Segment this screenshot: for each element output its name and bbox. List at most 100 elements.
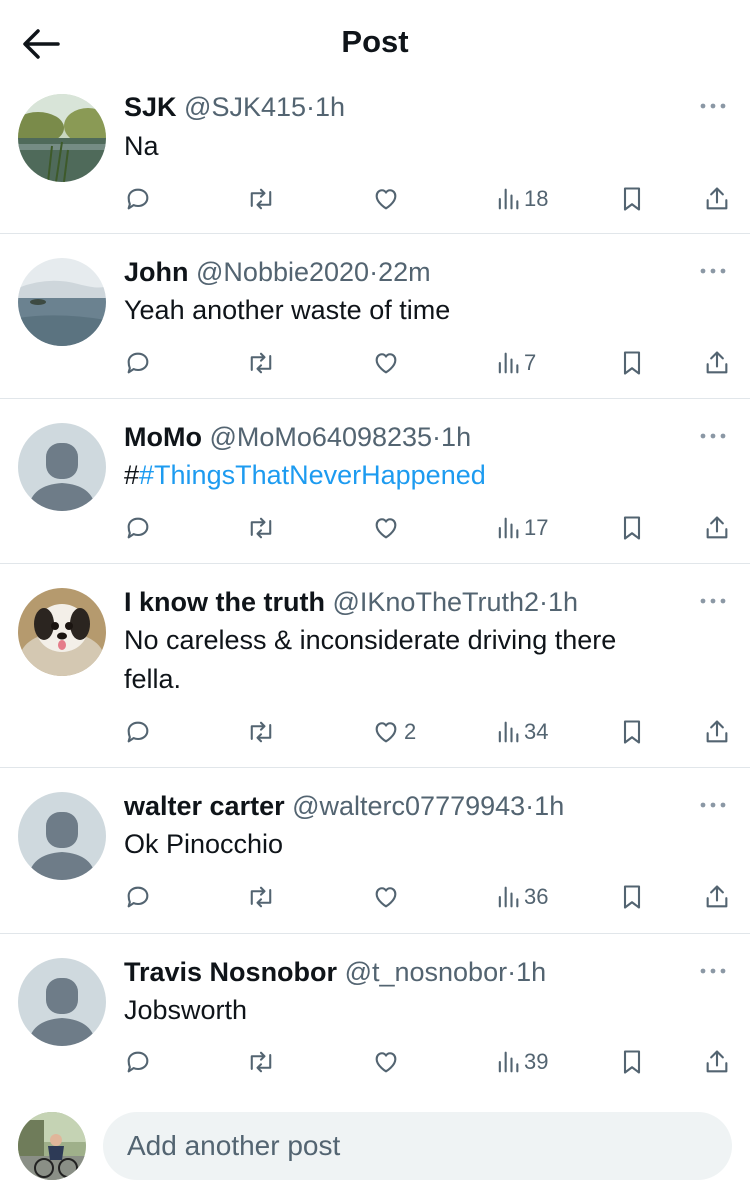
reply-meta: Travis Nosnobor @t_nosnobor·1h [124,955,670,989]
reply-button[interactable] [124,1045,152,1079]
repost-button[interactable] [246,880,276,914]
repost-icon [250,188,272,210]
hashtag-link[interactable]: #ThingsThatNeverHappened [139,460,486,490]
more-options-button[interactable] [698,96,728,116]
bookmark-button[interactable] [620,1045,644,1079]
share-icon [706,720,728,743]
reply-input[interactable]: Add another post [103,1112,732,1180]
timestamp[interactable]: 1h [548,587,578,617]
avatar[interactable] [18,258,106,346]
repost-icon [250,721,272,743]
share-icon [706,187,728,210]
more-horizontal-icon [700,433,726,439]
author-name[interactable]: Travis Nosnobor [124,957,337,987]
bookmark-button[interactable] [620,182,644,216]
author-handle[interactable]: @walterc07779943 [292,791,525,821]
reply-item[interactable]: SJK @SJK415·1h Na 18 [0,70,750,234]
author-name[interactable]: walter carter [124,791,285,821]
view-count: 36 [524,884,549,909]
more-horizontal-icon [700,968,726,974]
like-button[interactable]: 2 [372,715,416,749]
timestamp[interactable]: 1h [534,791,564,821]
reply-item[interactable]: walter carter @walterc07779943·1h Ok Pin… [0,768,750,934]
more-horizontal-icon [700,268,726,274]
reply-item[interactable]: I know the truth @IKnoTheTruth2·1h No ca… [0,564,750,768]
avatar[interactable] [18,588,106,676]
views-button[interactable]: 39 [496,1045,548,1079]
share-button[interactable] [704,715,730,749]
reply-item[interactable]: Travis Nosnobor @t_nosnobor·1h Jobsworth… [0,934,750,1098]
author-handle[interactable]: @IKnoTheTruth2 [333,587,540,617]
repost-button[interactable] [246,511,276,545]
action-bar: 7 [124,346,734,380]
like-button[interactable] [372,182,404,216]
more-options-button[interactable] [698,961,728,981]
timestamp[interactable]: 22m [378,257,431,287]
like-count: 2 [404,719,417,744]
views-button[interactable]: 18 [496,182,548,216]
bookmark-button[interactable] [620,715,644,749]
timestamp[interactable]: 1h [516,957,546,987]
reply-button[interactable] [124,715,152,749]
repost-button[interactable] [246,182,276,216]
avatar[interactable] [18,423,106,511]
share-button[interactable] [704,182,730,216]
timestamp[interactable]: 1h [315,92,345,122]
avatar[interactable] [18,792,106,880]
reply-meta: MoMo @MoMo64098235·1h [124,420,670,454]
reply-button[interactable] [124,182,152,216]
more-options-button[interactable] [698,261,728,281]
author-handle[interactable]: @t_nosnobor [345,957,508,987]
reply-bubble-icon [127,886,149,908]
author-handle[interactable]: @SJK415 [184,92,306,122]
reply-item[interactable]: MoMo @MoMo64098235·1h ##ThingsThatNeverH… [0,399,750,564]
view-count: 39 [524,1049,549,1074]
reply-text-line: No careless & inconsiderate driving ther… [124,625,617,655]
more-options-button[interactable] [698,591,728,611]
view-count: 18 [524,186,549,211]
author-name[interactable]: I know the truth [124,587,325,617]
bookmark-button[interactable] [620,346,644,380]
repost-button[interactable] [246,346,276,380]
share-button[interactable] [704,1045,730,1079]
reply-button[interactable] [124,511,152,545]
current-user-avatar[interactable] [18,1112,86,1180]
views-button[interactable]: 34 [496,715,548,749]
repost-button[interactable] [246,715,276,749]
share-button[interactable] [704,346,730,380]
views-button[interactable]: 17 [496,511,548,545]
reply-button[interactable] [124,346,152,380]
more-options-button[interactable] [698,795,728,815]
timestamp[interactable]: 1h [441,422,471,452]
author-handle[interactable]: @MoMo64098235 [209,422,432,452]
reply-text: Jobsworth [124,995,248,1025]
heart-icon [375,722,397,743]
reply-item[interactable]: John @Nobbie2020·22m Yeah another waste … [0,234,750,399]
reply-button[interactable] [124,880,152,914]
share-button[interactable] [704,511,730,545]
reply-input-placeholder: Add another post [127,1130,341,1161]
views-button[interactable]: 7 [496,346,536,380]
separator-dot: · [507,957,517,987]
like-button[interactable] [372,346,404,380]
separator-dot: · [369,257,379,287]
like-button[interactable] [372,511,404,545]
bookmark-icon [623,1050,641,1074]
reply-text: Ok Pinocchio [124,829,284,859]
views-button[interactable]: 36 [496,880,548,914]
author-name[interactable]: SJK [124,92,177,122]
like-button[interactable] [372,880,404,914]
share-button[interactable] [704,880,730,914]
like-button[interactable] [372,1045,404,1079]
author-handle[interactable]: @Nobbie2020 [196,257,369,287]
author-name[interactable]: MoMo [124,422,202,452]
repost-icon [250,1051,272,1073]
avatar[interactable] [18,94,106,182]
repost-button[interactable] [246,1045,276,1079]
default-avatar-icon [18,792,106,880]
more-options-button[interactable] [698,426,728,446]
bookmark-button[interactable] [620,880,644,914]
author-name[interactable]: John [124,257,189,287]
bookmark-button[interactable] [620,511,644,545]
avatar[interactable] [18,958,106,1046]
